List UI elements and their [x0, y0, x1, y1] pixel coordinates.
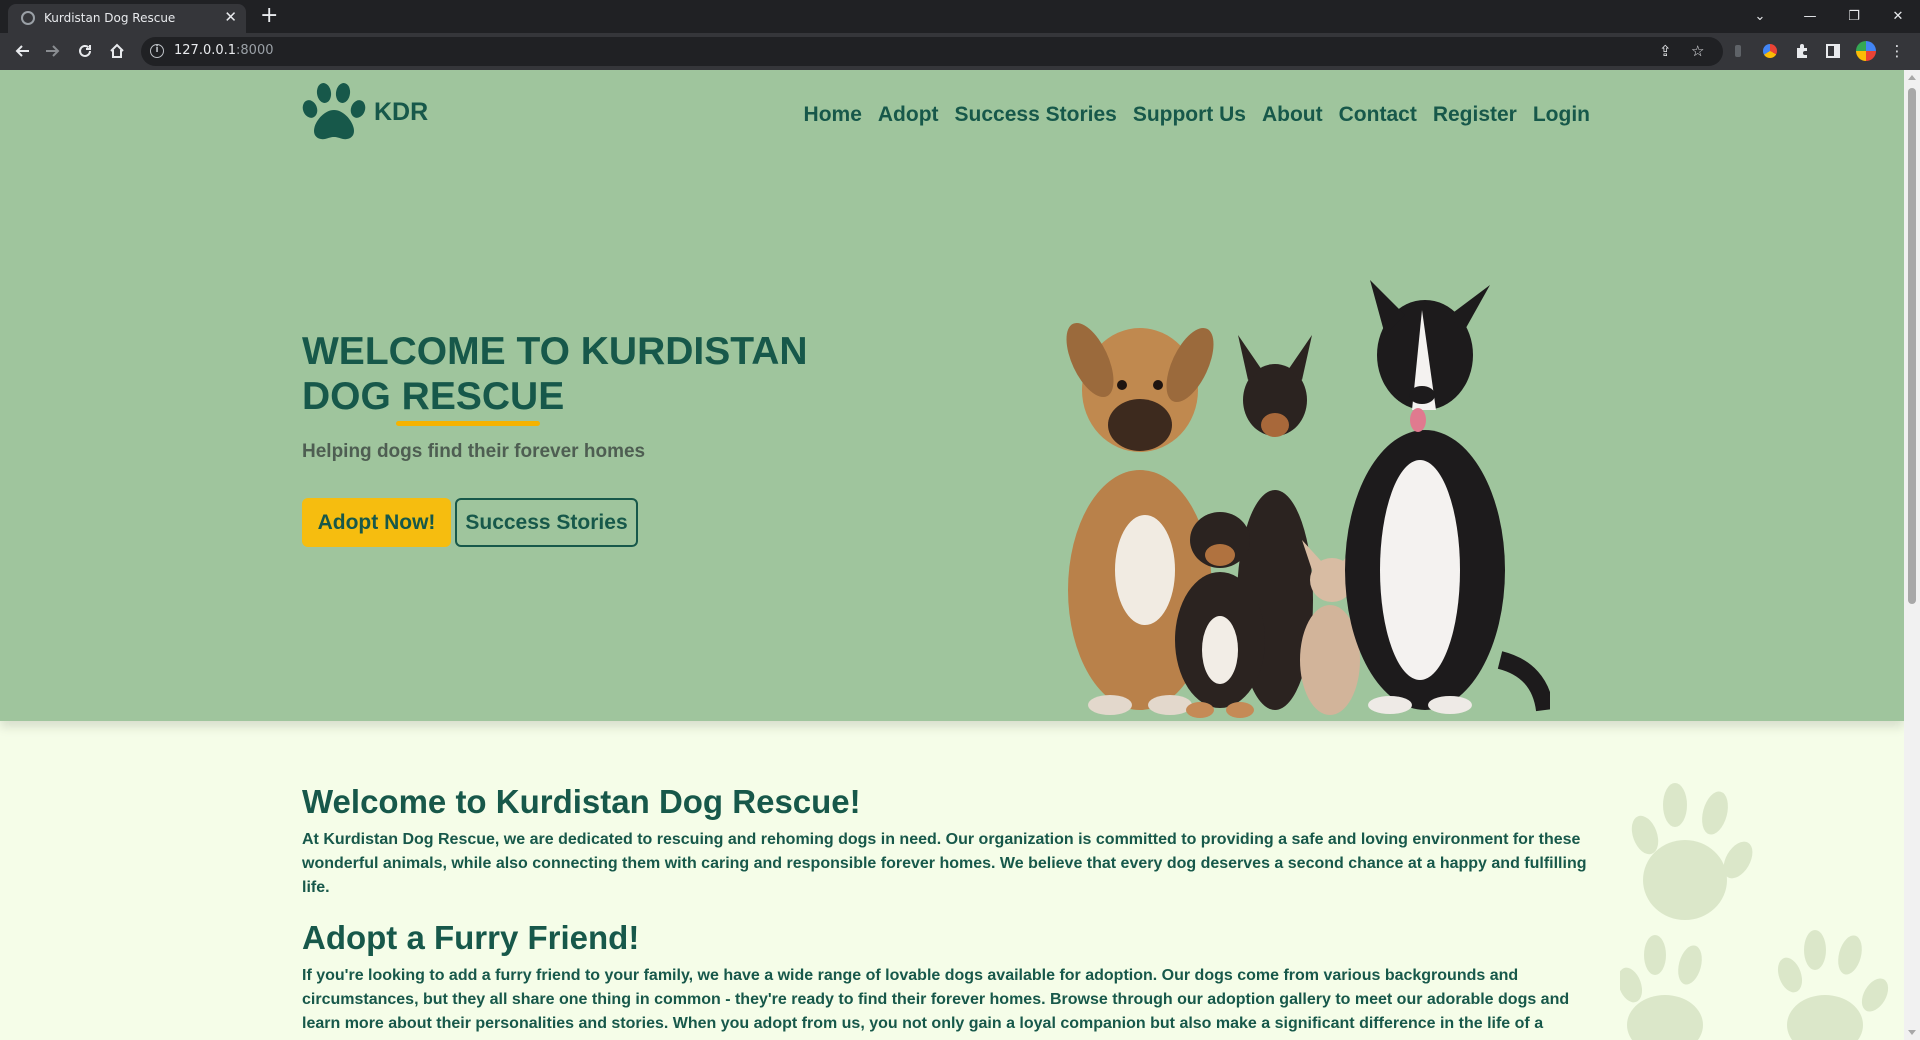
- hero-title: WELCOME TO KURDISTAN DOG RESCUE: [302, 330, 808, 418]
- scroll-thumb[interactable]: [1908, 88, 1916, 604]
- nav-register[interactable]: Register: [1433, 103, 1517, 127]
- hero-subtitle: Helping dogs find their forever homes: [302, 441, 646, 462]
- title-underline: [396, 421, 540, 426]
- extension-color-icon[interactable]: [1760, 41, 1780, 61]
- page-viewport: KDR Home Adopt Success Stories Support U…: [0, 70, 1904, 1040]
- tab-search-icon[interactable]: ⌄: [1740, 0, 1780, 33]
- puzzle-icon[interactable]: [1792, 41, 1812, 61]
- restore-icon[interactable]: ❐: [1832, 0, 1876, 33]
- welcome-paragraph: At Kurdistan Dog Rescue, we are dedicate…: [302, 831, 1587, 896]
- nav-contact[interactable]: Contact: [1339, 103, 1417, 127]
- minimize-icon[interactable]: —: [1788, 0, 1832, 33]
- info-icon[interactable]: i: [150, 44, 164, 58]
- reload-icon[interactable]: [73, 39, 97, 63]
- welcome-heading: Welcome to Kurdistan Dog Rescue!: [302, 783, 861, 820]
- page-scrollbar[interactable]: [1904, 70, 1920, 1040]
- forward-arrow-icon[interactable]: [41, 39, 65, 63]
- nav-login[interactable]: Login: [1533, 103, 1590, 127]
- background-paws-decoration: [1620, 783, 1889, 1040]
- nav-adopt[interactable]: Adopt: [878, 103, 939, 127]
- nav-support-us[interactable]: Support Us: [1133, 103, 1246, 127]
- home-icon[interactable]: [105, 39, 129, 63]
- adopt-now-button[interactable]: Adopt Now!: [302, 498, 451, 547]
- scroll-down-arrow-icon[interactable]: [1908, 1030, 1916, 1035]
- window-controls: ⌄ — ❐ ✕: [1740, 0, 1920, 33]
- tab-strip: Kurdistan Dog Rescue ✕ + ⌄ — ❐ ✕: [0, 0, 1920, 33]
- dogs-group-image: [1066, 280, 1550, 718]
- paw-icon: [1631, 783, 1753, 920]
- nav-success-stories[interactable]: Success Stories: [955, 103, 1117, 127]
- paw-icon: [1777, 930, 1889, 1040]
- extension-icon[interactable]: [1728, 41, 1748, 61]
- browser-toolbar: i 127.0.0.1:8000 ⇪ ☆ ⋮: [0, 33, 1920, 70]
- border-collie-illustration: [1345, 280, 1550, 714]
- new-tab-button[interactable]: +: [260, 2, 278, 30]
- nav-about[interactable]: About: [1262, 103, 1323, 127]
- star-icon[interactable]: ☆: [1691, 42, 1704, 60]
- adopt-paragraph: If you're looking to add a furry friend …: [302, 967, 1570, 1032]
- paw-icon: [302, 83, 366, 140]
- adopt-heading: Adopt a Furry Friend!: [302, 919, 640, 956]
- tab-title: Kurdistan Dog Rescue: [44, 11, 176, 25]
- globe-icon: [21, 11, 35, 25]
- address-bar[interactable]: i 127.0.0.1:8000 ⇪ ☆: [141, 37, 1723, 66]
- profile-avatar[interactable]: [1856, 41, 1876, 61]
- main-nav: Home Adopt Success Stories Support Us Ab…: [804, 103, 1590, 127]
- logo-text: KDR: [374, 97, 429, 126]
- close-tab-icon[interactable]: ✕: [224, 8, 237, 26]
- scroll-up-arrow-icon[interactable]: [1908, 75, 1916, 80]
- site-logo[interactable]: KDR: [302, 83, 428, 141]
- back-arrow-icon[interactable]: [10, 39, 34, 63]
- browser-tab[interactable]: Kurdistan Dog Rescue ✕: [8, 4, 246, 33]
- hero-section: KDR Home Adopt Success Stories Support U…: [0, 70, 1904, 721]
- sidepanel-icon[interactable]: [1823, 41, 1843, 61]
- paw-icon: [1620, 935, 1703, 1040]
- menu-icon[interactable]: ⋮: [1887, 41, 1907, 61]
- url-text: 127.0.0.1:8000: [174, 43, 274, 58]
- main-content: Welcome to Kurdistan Dog Rescue! At Kurd…: [302, 782, 1592, 1036]
- close-window-icon[interactable]: ✕: [1876, 0, 1920, 33]
- success-stories-button[interactable]: Success Stories: [455, 498, 638, 547]
- share-icon[interactable]: ⇪: [1659, 42, 1672, 60]
- nav-home[interactable]: Home: [804, 103, 862, 127]
